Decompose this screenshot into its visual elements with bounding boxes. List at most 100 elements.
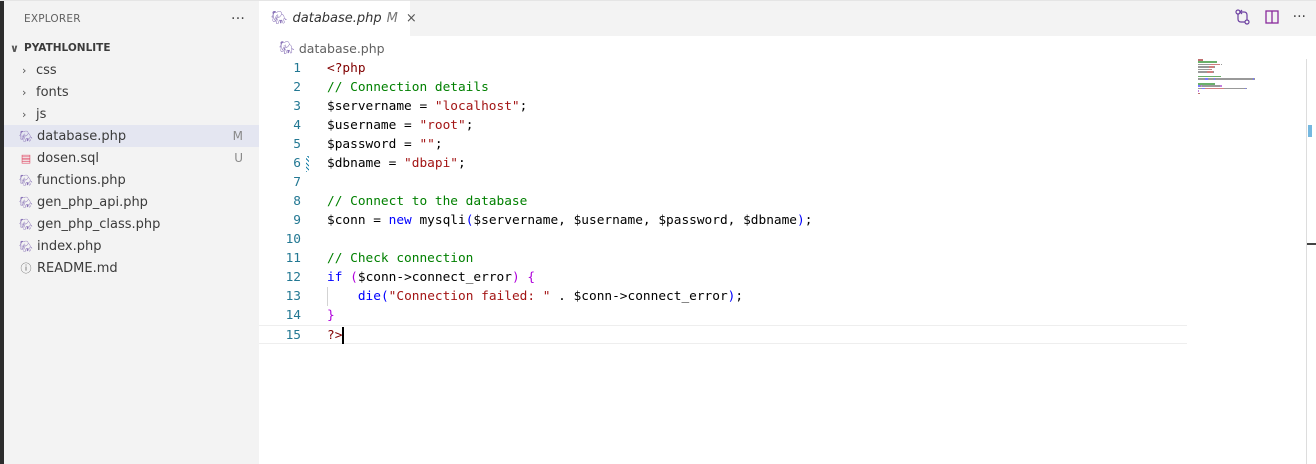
code-token: "" <box>419 137 435 152</box>
folder-label: fonts <box>36 84 69 100</box>
minimap-token <box>1220 63 1222 66</box>
code-token: { <box>527 270 536 285</box>
code-token: ) <box>511 270 520 285</box>
code-token: ; <box>465 118 474 133</box>
text-cursor <box>342 327 345 344</box>
code-line: 8 // Connect to the database <box>259 192 1187 211</box>
minimap-token <box>1253 78 1255 80</box>
code-token: <?php <box>327 61 366 76</box>
minimap-token <box>1210 63 1221 66</box>
code-token: // Check connection <box>327 251 474 266</box>
folder-label: css <box>36 62 57 78</box>
code-token: // Connection details <box>327 80 489 95</box>
minimap-token <box>1215 78 1253 80</box>
php-elephant-icon: 🐘︎ <box>19 217 33 231</box>
minimap-token <box>1198 83 1216 85</box>
line-number: 13 <box>285 289 301 304</box>
code-line: 12 if ($conn->connect_error) { <box>259 268 1187 287</box>
php-elephant-icon: 🐘︎ <box>19 239 33 253</box>
compare-changes-icon[interactable] <box>1235 9 1251 25</box>
file-label: gen_php_class.php <box>37 216 161 232</box>
file-label: gen_php_api.php <box>37 194 148 210</box>
code-token: } <box>327 308 335 323</box>
folder-fonts[interactable]: › fonts <box>4 81 259 103</box>
breadcrumb[interactable]: 🐘︎ database.php <box>279 40 385 56</box>
minimap-token <box>1198 61 1217 63</box>
explorer-header: EXPLORER ··· <box>4 1 259 37</box>
code-token: ) <box>797 213 805 228</box>
file-item[interactable]: 🐘︎ index.php <box>4 235 259 257</box>
code-editor[interactable]: 1 <?php 2 // Connection details 3 $servername… <box>259 59 1187 344</box>
chevron-down-icon: ∨ <box>10 41 19 55</box>
folder-js[interactable]: › js <box>4 103 259 125</box>
code-line: 14} <box>259 306 1187 325</box>
folder-css[interactable]: › css <box>4 59 259 81</box>
file-item[interactable]: ▤ dosen.sql U <box>4 147 259 169</box>
code-token: $username = <box>327 118 420 133</box>
code-token: $password = <box>327 137 420 152</box>
code-line: 4 $username = "root"; <box>259 116 1187 135</box>
code-token: ; <box>457 156 466 171</box>
php-elephant-icon: 🐘︎ <box>19 173 33 187</box>
file-item[interactable]: 🐘︎ gen_php_api.php <box>4 191 259 213</box>
minimap-token <box>1221 85 1223 87</box>
scrollbar-marker <box>1308 125 1312 137</box>
code-line: 9 $conn = new mysqli($servername, $userna… <box>259 211 1187 230</box>
line-number: 3 <box>293 99 301 114</box>
file-item[interactable]: 🐘︎ gen_php_class.php <box>4 213 259 235</box>
minimap-token <box>1205 87 1225 90</box>
more-actions-icon[interactable]: ··· <box>231 11 245 27</box>
file-item[interactable]: 🐘︎ functions.php <box>4 169 259 191</box>
minimap-token <box>1198 66 1209 68</box>
file-item[interactable]: 🐘︎ database.php M <box>4 125 259 147</box>
breadcrumb-file: database.php <box>298 40 385 56</box>
line-number: 12 <box>285 270 301 285</box>
file-label: dosen.sql <box>37 150 99 166</box>
code-line: 13 die("Connection failed: " . $conn->co… <box>259 287 1187 306</box>
folder-label: js <box>36 106 47 122</box>
minimap[interactable] <box>1190 59 1305 99</box>
line-number: 11 <box>285 251 301 266</box>
minimap-token <box>1198 59 1203 61</box>
file-label: README.md <box>37 260 118 276</box>
close-icon[interactable]: × <box>406 11 417 26</box>
minimap-token <box>1210 68 1212 71</box>
project-name: PYATHLONLITE <box>24 42 111 54</box>
code-line: 5 $password = ""; <box>259 135 1187 154</box>
minimap-token <box>1198 78 1206 80</box>
git-status-badge: U <box>234 151 243 165</box>
chevron-right-icon: › <box>22 63 27 77</box>
file-item[interactable]: ⓘ README.md <box>4 257 259 279</box>
explorer-title: EXPLORER <box>24 13 81 25</box>
minimap-token <box>1224 87 1245 90</box>
line-number: 2 <box>293 80 301 95</box>
code-token: . $conn->connect_error <box>550 289 728 304</box>
split-editor-icon[interactable] <box>1264 10 1279 24</box>
modified-line-gutter-marker <box>306 156 309 172</box>
more-actions-icon[interactable]: ··· <box>1293 9 1306 25</box>
tab-database-php[interactable]: 🐘︎ database.php M × <box>259 1 417 36</box>
code-line: 3 $servername = "localhost"; <box>259 97 1187 116</box>
line-number: 5 <box>293 137 301 152</box>
minimap-token <box>1198 92 1200 95</box>
minimap-token <box>1245 87 1247 90</box>
code-token: ; <box>519 99 528 114</box>
minimap-token <box>1198 90 1199 92</box>
project-root[interactable]: ∨ PYATHLONLITE <box>4 37 259 59</box>
code-token: if <box>327 270 343 285</box>
line-number: 4 <box>293 118 301 133</box>
line-number: 6 <box>293 156 301 171</box>
code-token: "localhost" <box>434 99 520 114</box>
code-token: new <box>388 213 412 228</box>
line-number: 15 <box>285 328 301 343</box>
code-token: $dbname = <box>327 156 405 171</box>
code-token: "Connection failed: " <box>388 289 551 304</box>
code-token: $servername, $username, $password, $dbna… <box>473 213 798 228</box>
info-icon: ⓘ <box>20 262 32 275</box>
chevron-right-icon: › <box>22 107 27 121</box>
code-token: mysqli <box>411 213 466 228</box>
minimap-token <box>1198 75 1222 78</box>
indent-guide <box>327 287 328 306</box>
editor-scrollbar[interactable] <box>1306 59 1316 464</box>
